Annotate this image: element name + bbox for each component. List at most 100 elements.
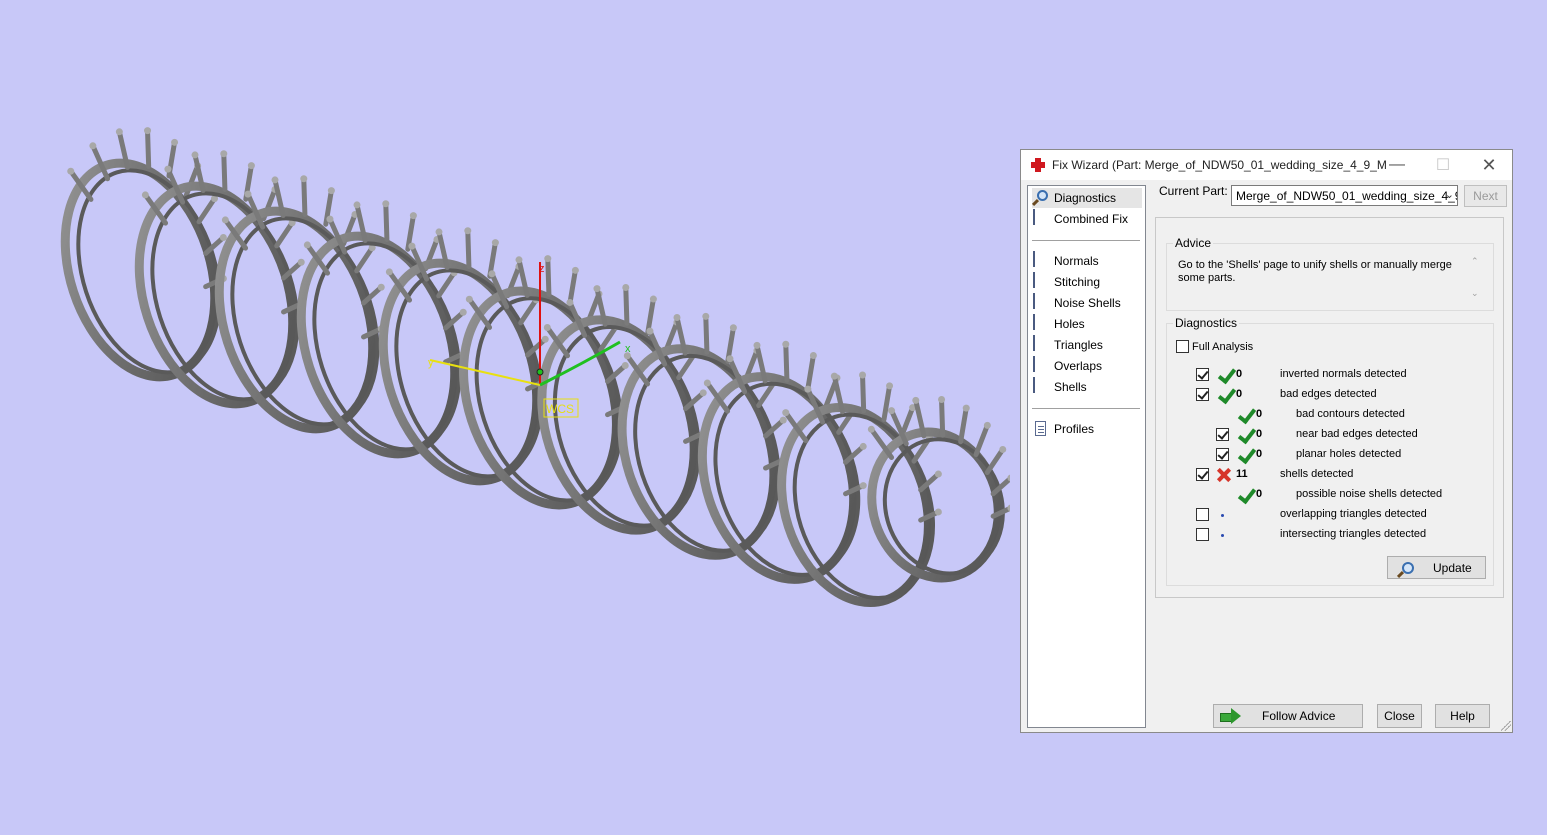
- status-indicator: [1215, 386, 1233, 404]
- diagnostic-label: overlapping triangles detected: [1280, 508, 1427, 520]
- diagnostic-checkbox[interactable]: [1216, 448, 1229, 461]
- full-analysis-option[interactable]: Full Analysis: [1176, 340, 1253, 353]
- z-axis-label: z: [539, 263, 545, 275]
- overlaps-icon: [1032, 356, 1050, 375]
- diagnostic-row: 0 bad edges detected: [1196, 386, 1467, 404]
- nav-item-noise-shells[interactable]: Noise Shells: [1032, 293, 1142, 313]
- nav-item-triangles[interactable]: Triangles: [1032, 335, 1142, 355]
- noise-shells-icon: [1032, 293, 1050, 312]
- normals-icon: [1032, 251, 1050, 270]
- nav-item-overlaps[interactable]: Overlaps: [1032, 356, 1142, 376]
- nav-item-combined-fix[interactable]: Combined Fix: [1032, 209, 1142, 229]
- dialog-titlebar[interactable]: Fix Wizard (Part: Merge_of_NDW50_01_wedd…: [1021, 150, 1512, 180]
- status-indicator: [1215, 366, 1233, 384]
- holes-icon: [1032, 314, 1050, 333]
- nav-item-label: Triangles: [1054, 338, 1103, 352]
- diagnostic-row: 0 possible noise shells detected: [1216, 486, 1467, 504]
- nav-item-stitching[interactable]: Stitching: [1032, 272, 1142, 292]
- status-indicator: [1235, 486, 1253, 504]
- follow-advice-button[interactable]: Follow Advice: [1213, 704, 1363, 728]
- app-cross-icon: [1030, 157, 1046, 173]
- nav-item-label: Stitching: [1054, 275, 1101, 289]
- advice-text: Go to the 'Shells' page to unify shells …: [1178, 259, 1452, 284]
- diagnostic-label: bad contours detected: [1296, 408, 1405, 420]
- diagnostic-checkbox[interactable]: [1196, 388, 1209, 401]
- scroll-up-icon[interactable]: ⌃: [1471, 256, 1479, 267]
- checkmark-icon: [1237, 486, 1253, 504]
- checkmark-icon: [1237, 406, 1253, 424]
- 3d-viewport[interactable]: z y x WCS: [0, 0, 1010, 835]
- diagnostic-count: 0: [1236, 388, 1243, 400]
- status-indicator: [1215, 526, 1233, 544]
- advice-group: Advice Go to the 'Shells' page to unify …: [1166, 236, 1494, 311]
- ring-shape: [867, 396, 1010, 583]
- nav-item-label: Shells: [1054, 380, 1087, 394]
- diagnostic-checkbox[interactable]: [1216, 428, 1229, 441]
- chevron-down-icon: ⌄: [1444, 189, 1454, 201]
- diagnostic-count: 0: [1236, 368, 1243, 380]
- diagnostics-title: Diagnostics: [1173, 316, 1240, 330]
- stitching-icon: [1032, 272, 1050, 291]
- nav-separator: [1032, 408, 1140, 409]
- diagnostics-group: Diagnostics Full Analysis 0 inverted norm…: [1166, 316, 1494, 586]
- diagnostic-checkbox[interactable]: [1196, 468, 1209, 481]
- y-axis-label: y: [428, 357, 434, 369]
- x-axis-label: x: [625, 343, 631, 355]
- wcs-label: WCS: [546, 402, 574, 416]
- nav-item-normals[interactable]: Normals: [1032, 251, 1142, 271]
- dialog-title: Fix Wizard (Part: Merge_of_NDW50_01_wedd…: [1052, 158, 1387, 172]
- nav-item-label: Overlaps: [1054, 359, 1103, 373]
- advice-title: Advice: [1173, 236, 1214, 250]
- pending-dot-icon: [1221, 514, 1224, 517]
- diagnostic-count: 11: [1236, 468, 1248, 480]
- nav-item-label: Normals: [1054, 254, 1099, 268]
- nav-item-profiles[interactable]: Profiles: [1032, 419, 1142, 439]
- update-button[interactable]: Update: [1387, 556, 1486, 579]
- nav-item-label: Noise Shells: [1054, 296, 1121, 310]
- nav-item-label: Diagnostics: [1054, 191, 1117, 205]
- diagnostic-row: 0 bad contours detected: [1216, 406, 1467, 424]
- arrow-right-icon: [1220, 708, 1242, 724]
- rings-model: z y x WCS: [60, 127, 1010, 608]
- diagnostics-page: Advice Go to the 'Shells' page to unify …: [1155, 217, 1504, 598]
- diagnostic-row: 0 planar holes detected: [1216, 446, 1467, 464]
- triangles-icon: [1032, 335, 1050, 354]
- nav-item-diagnostics[interactable]: Diagnostics: [1032, 188, 1142, 208]
- maximize-button: ☐: [1435, 157, 1451, 174]
- diagnostic-row: 11 shells detected: [1196, 466, 1467, 484]
- resize-grip[interactable]: [1501, 721, 1511, 731]
- diagnostic-row: overlapping triangles detected: [1196, 506, 1467, 524]
- magnifier-icon: [1032, 189, 1050, 207]
- checkmark-icon: [1237, 426, 1253, 444]
- current-part-select[interactable]: Merge_of_NDW50_01_wedding_size_4_9_ ⌄: [1231, 185, 1458, 206]
- diagnostic-checkbox[interactable]: [1196, 508, 1209, 521]
- nav-item-label: Holes: [1054, 317, 1085, 331]
- pending-dot-icon: [1221, 534, 1224, 537]
- help-button[interactable]: Help: [1435, 704, 1490, 728]
- close-button[interactable]: Close: [1377, 704, 1422, 728]
- nav-item-label: Combined Fix: [1054, 212, 1129, 226]
- diagnostic-row: intersecting triangles detected: [1196, 526, 1467, 544]
- diagnostic-label: intersecting triangles detected: [1280, 528, 1427, 540]
- full-analysis-checkbox[interactable]: [1176, 340, 1189, 353]
- close-window-button[interactable]: ✕: [1466, 150, 1512, 180]
- diagnostic-checkbox[interactable]: [1196, 528, 1209, 541]
- nav-item-shells[interactable]: Shells: [1032, 377, 1142, 397]
- diagnostic-count: 0: [1256, 428, 1263, 440]
- diagnostic-checkbox[interactable]: [1196, 368, 1209, 381]
- current-part-value: Merge_of_NDW50_01_wedding_size_4_9_: [1236, 189, 1458, 203]
- advice-scrollbar[interactable]: ⌃ ⌄: [1469, 256, 1483, 302]
- y-axis-line: [429, 359, 541, 386]
- scroll-down-icon[interactable]: ⌄: [1471, 288, 1479, 299]
- diagnostic-count: 0: [1256, 448, 1263, 460]
- combined-fix-icon: [1032, 209, 1050, 228]
- nav-item-holes[interactable]: Holes: [1032, 314, 1142, 334]
- update-label: Update: [1433, 560, 1472, 575]
- minimize-button[interactable]: —: [1374, 150, 1420, 180]
- next-button[interactable]: Next: [1464, 185, 1507, 207]
- status-indicator: [1215, 506, 1233, 524]
- shells-icon: [1032, 377, 1050, 396]
- nav-item-label: Profiles: [1054, 422, 1095, 436]
- wizard-page-list[interactable]: Diagnostics Combined Fix Normals Stitchi…: [1027, 185, 1146, 728]
- status-indicator: [1235, 406, 1253, 424]
